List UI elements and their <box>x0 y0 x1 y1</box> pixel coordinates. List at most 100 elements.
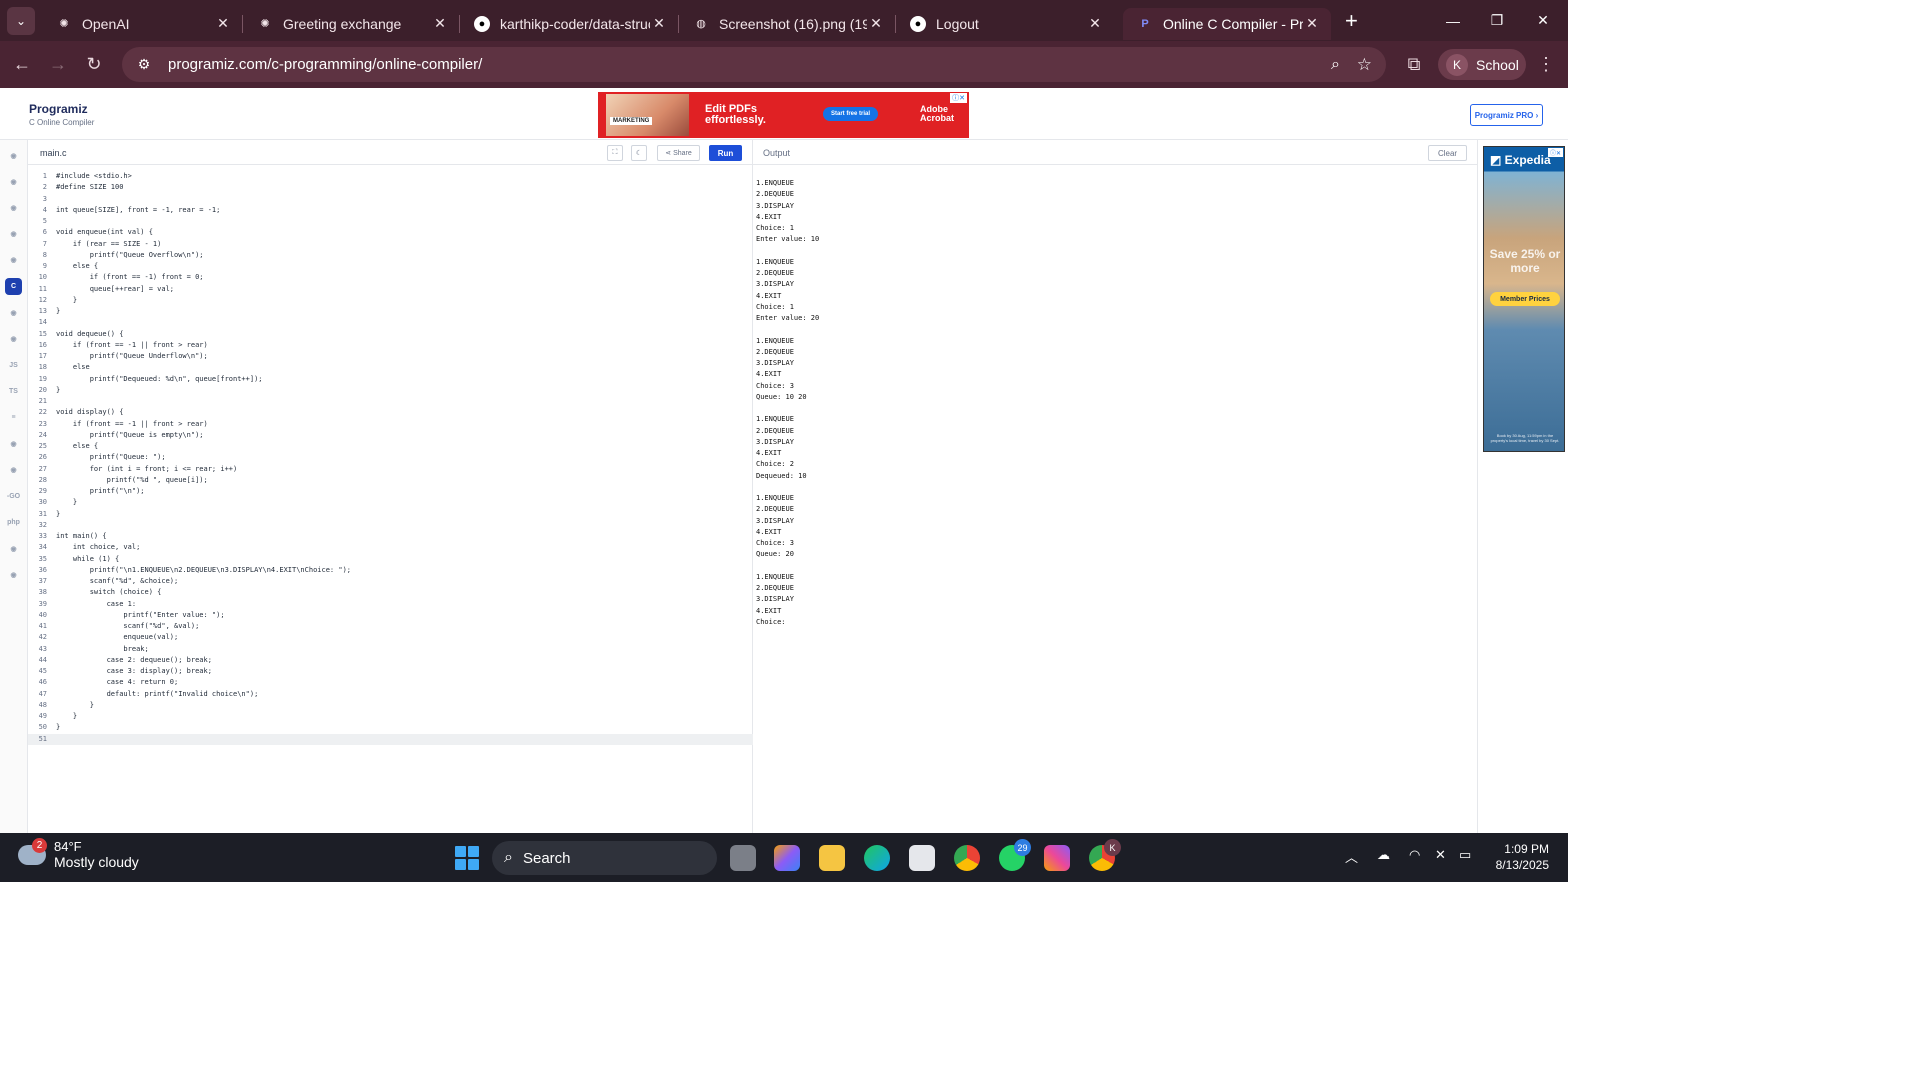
file-tab[interactable]: main.c <box>40 148 67 158</box>
close-icon[interactable]: ✕ <box>650 15 668 32</box>
golang-icon[interactable]: -GO <box>5 488 22 505</box>
code-line[interactable]: 41 scanf("%d", &val); <box>28 621 753 632</box>
code-text[interactable]: int main() { <box>56 531 107 542</box>
code-line[interactable]: 15 void dequeue() { <box>28 329 753 340</box>
clear-button[interactable]: Clear <box>1428 145 1467 161</box>
code-text[interactable]: } <box>56 509 60 520</box>
code-text[interactable]: if (front == -1) front = 0; <box>56 272 204 283</box>
code-text[interactable]: void enqueue(int val) { <box>56 227 153 238</box>
code-line[interactable]: 19 printf("Dequeued: %d\n", queue[front+… <box>28 374 753 385</box>
code-text[interactable]: } <box>56 295 77 306</box>
browser-menu-icon[interactable]: ⋮ <box>1528 46 1564 82</box>
js-icon[interactable]: JS <box>5 357 22 374</box>
close-icon[interactable]: ✕ <box>431 15 449 32</box>
code-text[interactable]: printf("Dequeued: %d\n", queue[front++])… <box>56 374 263 385</box>
output-console[interactable]: 1.ENQUEUE 2.DEQUEUE 3.DISPLAY 4.EXIT Cho… <box>756 178 819 628</box>
kotlin-icon[interactable]: ◉ <box>5 435 22 452</box>
code-text[interactable]: if (front == -1 || front > rear) <box>56 340 208 351</box>
wifi-icon[interactable]: ◠ <box>1409 847 1420 863</box>
cpp-icon[interactable]: ◉ <box>5 304 22 321</box>
code-text[interactable]: scanf("%d", &choice); <box>56 576 179 587</box>
code-text[interactable]: while (1) { <box>56 554 119 565</box>
code-text[interactable]: int queue[SIZE], front = -1, rear = -1; <box>56 205 220 216</box>
code-text[interactable]: printf("Queue Underflow\n"); <box>56 351 208 362</box>
back-button[interactable]: ← <box>4 47 40 83</box>
code-line[interactable]: 3 <box>28 194 753 205</box>
code-line[interactable]: 23 if (front == -1 || front > rear) <box>28 419 753 430</box>
minimize-button[interactable]: — <box>1430 0 1476 41</box>
python-icon[interactable]: ◉ <box>5 147 22 164</box>
ad-choices-icon[interactable]: ⓘ✕ <box>950 93 967 103</box>
onedrive-icon[interactable]: ☁ <box>1377 847 1390 863</box>
code-text[interactable]: if (rear == SIZE - 1) <box>56 239 162 250</box>
file-explorer-icon[interactable] <box>819 845 845 871</box>
html-icon[interactable]: ◉ <box>5 226 22 243</box>
taskbar-search[interactable]: ⌕ Search <box>492 841 717 875</box>
code-text[interactable]: } <box>56 711 77 722</box>
code-line[interactable]: 16 if (front == -1 || front > rear) <box>28 340 753 351</box>
code-text[interactable]: printf("Enter value: "); <box>56 610 224 621</box>
code-line[interactable]: 12 } <box>28 295 753 306</box>
code-line[interactable]: 46 case 4: return 0; <box>28 677 753 688</box>
close-icon[interactable]: ✕ <box>867 15 885 32</box>
whatsapp-icon[interactable]: 29 <box>999 839 1031 871</box>
code-text[interactable]: for (int i = front; i <= rear; i++) <box>56 464 238 475</box>
ad-banner-top[interactable]: MARKETING Edit PDFs effortlessly. Start … <box>598 92 969 138</box>
chrome-icon[interactable] <box>954 845 980 871</box>
code-line[interactable]: 37 scanf("%d", &choice); <box>28 576 753 587</box>
code-text[interactable]: enqueue(val); <box>56 632 178 643</box>
code-line[interactable]: 42 enqueue(val); <box>28 632 753 643</box>
ad-cta-button[interactable]: Member Prices <box>1490 292 1560 306</box>
close-icon[interactable]: ✕ <box>1303 15 1321 32</box>
bookmark-star-icon[interactable]: ☆ <box>1357 55 1372 75</box>
close-icon[interactable]: ✕ <box>1086 15 1104 32</box>
code-line[interactable]: 18 else <box>28 362 753 373</box>
code-line[interactable]: 44 case 2: dequeue(); break; <box>28 655 753 666</box>
code-line[interactable]: 20} <box>28 385 753 396</box>
code-text[interactable]: void display() { <box>56 407 123 418</box>
clock[interactable]: 1:09 PM 8/13/2025 <box>1485 841 1549 873</box>
reload-button[interactable]: ↻ <box>76 47 112 83</box>
code-line[interactable]: 49 } <box>28 711 753 722</box>
code-line[interactable]: 51 <box>28 733 753 745</box>
code-text[interactable]: } <box>56 497 77 508</box>
code-line[interactable]: 4 int queue[SIZE], front = -1, rear = -1; <box>28 205 753 216</box>
tab-logout[interactable]: ● Logout ✕ <box>896 8 1114 40</box>
code-line[interactable]: 29 printf("\n"); <box>28 486 753 497</box>
dark-mode-button[interactable]: ☾ <box>631 145 647 161</box>
address-bar[interactable]: ⚙ programiz.com/c-programming/online-com… <box>122 47 1386 82</box>
code-text[interactable]: printf("Queue is empty\n"); <box>56 430 204 441</box>
code-text[interactable]: else { <box>56 441 98 452</box>
profile-button[interactable]: K School <box>1438 49 1526 80</box>
code-line[interactable]: 13} <box>28 306 753 317</box>
forward-button[interactable]: → <box>40 47 76 83</box>
ts-icon[interactable]: TS <box>5 383 22 400</box>
instagram-icon[interactable] <box>1044 845 1070 871</box>
code-line[interactable]: 31} <box>28 509 753 520</box>
tab-online-c-compiler[interactable]: P Online C Compiler - Progr ✕ <box>1123 7 1331 40</box>
code-text[interactable]: case 1: <box>56 599 137 610</box>
extensions-icon[interactable]: ⧉ <box>1396 46 1432 82</box>
code-line[interactable]: 27 for (int i = front; i <= rear; i++) <box>28 464 753 475</box>
code-text[interactable]: else { <box>56 261 98 272</box>
code-text[interactable]: else <box>56 362 90 373</box>
code-line[interactable]: 24 printf("Queue is empty\n"); <box>28 430 753 441</box>
code-line[interactable]: 39 case 1: <box>28 599 753 610</box>
code-line[interactable]: 26 printf("Queue: "); <box>28 452 753 463</box>
code-line[interactable]: 48 } <box>28 700 753 711</box>
code-line[interactable]: 9 else { <box>28 261 753 272</box>
close-window-button[interactable]: ✕ <box>1520 0 1566 41</box>
code-text[interactable]: switch (choice) { <box>56 587 162 598</box>
ad-choices-icon[interactable]: ⓘ✕ <box>1547 148 1563 157</box>
copilot-icon[interactable] <box>774 845 800 871</box>
code-line[interactable]: 7 if (rear == SIZE - 1) <box>28 239 753 250</box>
code-line[interactable]: 38 switch (choice) { <box>28 587 753 598</box>
code-line[interactable]: 40 printf("Enter value: "); <box>28 610 753 621</box>
tab-screenshot[interactable]: ◍ Screenshot (16).png (1920 ✕ <box>679 8 895 40</box>
rust-icon[interactable]: ◉ <box>5 566 22 583</box>
site-info-icon[interactable]: ⚙ <box>132 56 156 73</box>
code-line[interactable]: 8 printf("Queue Overflow\n"); <box>28 250 753 261</box>
code-line[interactable]: 34 int choice, val; <box>28 542 753 553</box>
chevron-up-icon[interactable]: ︿ <box>1345 847 1358 866</box>
store-icon[interactable] <box>909 845 935 871</box>
